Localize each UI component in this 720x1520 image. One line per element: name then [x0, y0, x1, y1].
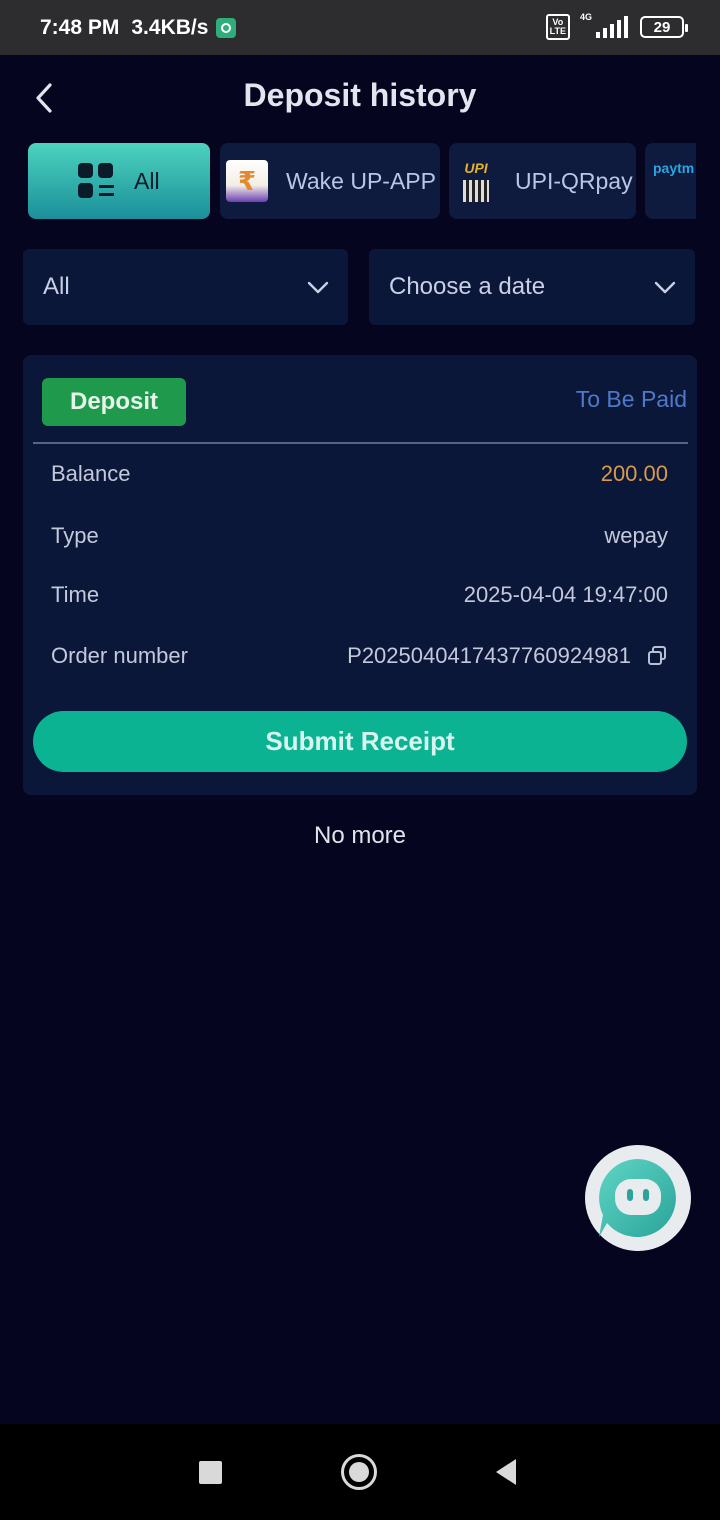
- filter-bar: All Choose a date: [23, 249, 695, 325]
- status-bar: 7:48 PM 3.4KB/s Vo LTE 4G 29: [0, 0, 720, 55]
- chat-support-button[interactable]: [585, 1145, 691, 1251]
- grid-icon: [78, 163, 114, 199]
- detail-row-order-number: Order number P2025040417437760924981: [51, 638, 669, 674]
- tab-wake-up-app[interactable]: ₹ Wake UP-APP: [220, 143, 440, 219]
- date-filter-select[interactable]: Choose a date: [369, 249, 695, 325]
- order-number-value: P2025040417437760924981: [347, 643, 631, 668]
- tab-label: Wake UP-APP: [286, 167, 436, 194]
- chevron-down-icon: [307, 281, 329, 294]
- tab-upi-qrpay[interactable]: UPI UPI-QRpay: [449, 143, 636, 219]
- status-filter-select[interactable]: All: [23, 249, 348, 325]
- status-filter-value: All: [43, 273, 70, 300]
- page-title: Deposit history: [243, 77, 477, 113]
- detail-label: Order number: [51, 643, 188, 668]
- home-icon[interactable]: [341, 1454, 377, 1490]
- date-filter-value: Choose a date: [389, 273, 546, 300]
- volte-icon: Vo LTE: [545, 14, 570, 40]
- chevron-down-icon: [654, 281, 676, 294]
- status-time: 7:48 PM: [40, 15, 120, 39]
- network-speed: 3.4KB/s: [131, 15, 209, 39]
- type-value: wepay: [604, 523, 668, 548]
- battery-level: 29: [653, 18, 671, 36]
- upi-qr-logo: UPI: [455, 160, 497, 202]
- deposit-badge: Deposit: [42, 378, 186, 426]
- page-header: Deposit history: [0, 55, 720, 140]
- tab-label: UPI-QRpay: [515, 167, 633, 194]
- tab-label: All: [134, 167, 160, 194]
- notification-icon: [216, 17, 237, 38]
- network-type: 4G: [580, 12, 593, 22]
- detail-row-time: Time 2025-04-04 19:47:00: [51, 577, 668, 613]
- back-nav-icon[interactable]: [494, 1458, 518, 1486]
- battery-icon: 29: [640, 16, 688, 38]
- tab-all[interactable]: All: [28, 143, 210, 219]
- copy-icon[interactable]: [647, 645, 669, 667]
- detail-row-balance: Balance 200.00: [51, 456, 668, 492]
- tab-paytm[interactable]: paytm: [645, 143, 696, 219]
- list-end-text: No more: [313, 822, 407, 849]
- recent-apps-icon[interactable]: [199, 1461, 222, 1484]
- detail-label: Time: [51, 582, 100, 607]
- deposit-record-card: Deposit To Be Paid Balance 200.00 Type w…: [23, 355, 697, 795]
- detail-label: Type: [51, 523, 99, 548]
- chat-bubble-icon: [599, 1159, 676, 1237]
- payment-method-tabs: All ₹ Wake UP-APP UPI UPI-QRpay paytm: [28, 143, 696, 221]
- status-badge: To Be Paid: [575, 386, 687, 412]
- wake-app-logo: ₹: [226, 160, 268, 202]
- signal-icon: 4G: [580, 12, 628, 38]
- order-number: P2025040417437760924981: [347, 643, 669, 669]
- submit-receipt-button[interactable]: Submit Receipt: [33, 711, 687, 772]
- time-value: 2025-04-04 19:47:00: [463, 582, 668, 607]
- balance-value: 200.00: [600, 461, 668, 486]
- divider: [33, 442, 688, 444]
- system-nav-bar: [0, 1424, 720, 1520]
- paytm-logo: paytm: [653, 160, 695, 176]
- detail-label: Balance: [51, 461, 131, 486]
- detail-row-type: Type wepay: [51, 518, 668, 554]
